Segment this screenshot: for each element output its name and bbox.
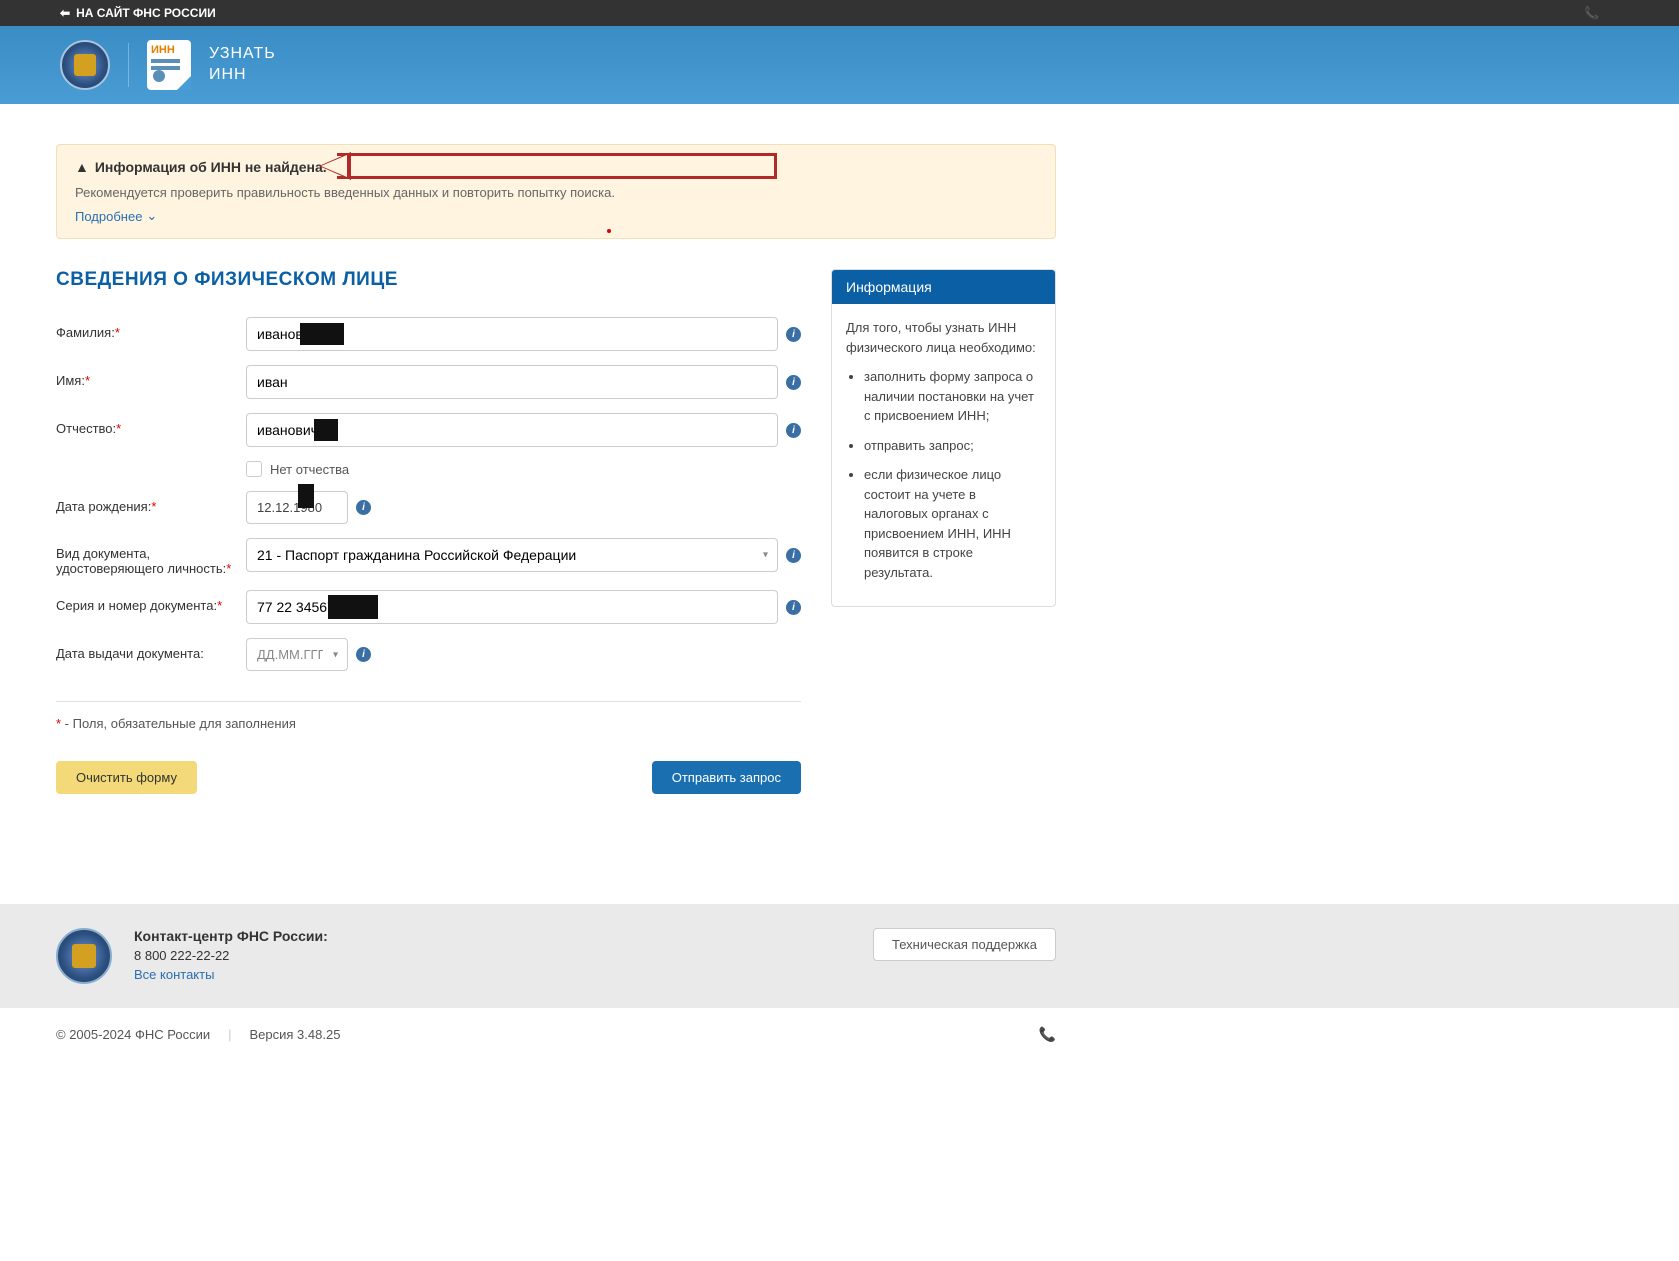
- info-icon[interactable]: i: [786, 548, 801, 563]
- phone-icon[interactable]: 📞: [1039, 1026, 1056, 1043]
- clear-button[interactable]: Очистить форму: [56, 761, 197, 794]
- contact-phone: 8 800 222-22-22: [134, 948, 851, 963]
- info-panel: Информация Для того, чтобы узнать ИНН фи…: [831, 269, 1056, 607]
- patronymic-input[interactable]: [246, 413, 778, 447]
- contact-title: Контакт-центр ФНС России:: [134, 928, 851, 944]
- back-to-site-link[interactable]: ⬅ НА САЙТ ФНС РОССИИ: [60, 6, 216, 20]
- section-title: СВЕДЕНИЯ О ФИЗИЧЕСКОМ ЛИЦЕ: [56, 269, 801, 291]
- arrow-left-icon: ⬅: [60, 6, 70, 20]
- alert-heading-text: Информация об ИНН не найдена.: [95, 159, 327, 175]
- alert-recommend: Рекомендуется проверить правильность вве…: [75, 185, 1037, 200]
- divider: [128, 43, 129, 87]
- info-panel-header: Информация: [832, 270, 1055, 304]
- all-contacts-link[interactable]: Все контакты: [134, 967, 851, 982]
- inn-doc-icon: ИНН: [147, 40, 191, 90]
- phone-icon[interactable]: 📞: [1584, 6, 1619, 20]
- surname-label: Фамилия:*: [56, 317, 246, 340]
- issuedate-input[interactable]: [246, 638, 348, 671]
- no-patronymic-label: Нет отчества: [270, 462, 349, 477]
- fns-emblem-icon: [60, 40, 110, 90]
- info-intro: Для того, чтобы узнать ИНН физического л…: [846, 318, 1041, 357]
- back-label: НА САЙТ ФНС РОССИИ: [76, 6, 216, 20]
- surname-input[interactable]: [246, 317, 778, 351]
- no-patronymic-checkbox[interactable]: [246, 461, 262, 477]
- doctype-label: Вид документа, удостоверяющего личность:…: [56, 538, 246, 576]
- info-icon[interactable]: i: [786, 375, 801, 390]
- issuedate-label: Дата выдачи документа:: [56, 638, 246, 661]
- doctype-select[interactable]: 21 - Паспорт гражданина Российской Федер…: [246, 538, 778, 572]
- copyright: © 2005-2024 ФНС России: [56, 1027, 210, 1042]
- alert-not-found: ▲ Информация об ИНН не найдена. Рекоменд…: [56, 144, 1056, 239]
- patronymic-label: Отчество:*: [56, 413, 246, 436]
- info-item: заполнить форму запроса о наличии постан…: [864, 367, 1041, 426]
- topbar: ⬅ НА САЙТ ФНС РОССИИ 📞: [0, 0, 1679, 26]
- series-label: Серия и номер документа:*: [56, 590, 246, 613]
- info-item: отправить запрос;: [864, 436, 1041, 456]
- footer: Контакт-центр ФНС России: 8 800 222-22-2…: [0, 904, 1679, 1061]
- page-title: УЗНАТЬ ИНН: [209, 44, 276, 86]
- name-input[interactable]: [246, 365, 778, 399]
- info-icon[interactable]: i: [786, 327, 801, 342]
- name-label: Имя:*: [56, 365, 246, 388]
- header: ИНН УЗНАТЬ ИНН: [0, 26, 1679, 104]
- birthdate-input[interactable]: [246, 491, 348, 524]
- warning-icon: ▲: [75, 159, 89, 175]
- birthdate-label: Дата рождения:*: [56, 491, 246, 514]
- hr: [56, 701, 801, 702]
- required-note: * - Поля, обязательные для заполнения: [56, 716, 801, 731]
- alert-more-link[interactable]: Подробнее ⌄: [75, 208, 157, 224]
- series-input[interactable]: [246, 590, 778, 624]
- submit-button[interactable]: Отправить запрос: [652, 761, 801, 794]
- info-icon[interactable]: i: [356, 647, 371, 662]
- fns-emblem-icon: [56, 928, 112, 984]
- chevron-down-icon: ⌄: [146, 208, 157, 224]
- info-icon[interactable]: i: [356, 500, 371, 515]
- info-item: если физическое лицо состоит на учете в …: [864, 465, 1041, 582]
- info-icon[interactable]: i: [786, 423, 801, 438]
- annotation-dot: [607, 229, 611, 233]
- info-icon[interactable]: i: [786, 600, 801, 615]
- version: Версия 3.48.25: [250, 1027, 341, 1042]
- support-button[interactable]: Техническая поддержка: [873, 928, 1056, 961]
